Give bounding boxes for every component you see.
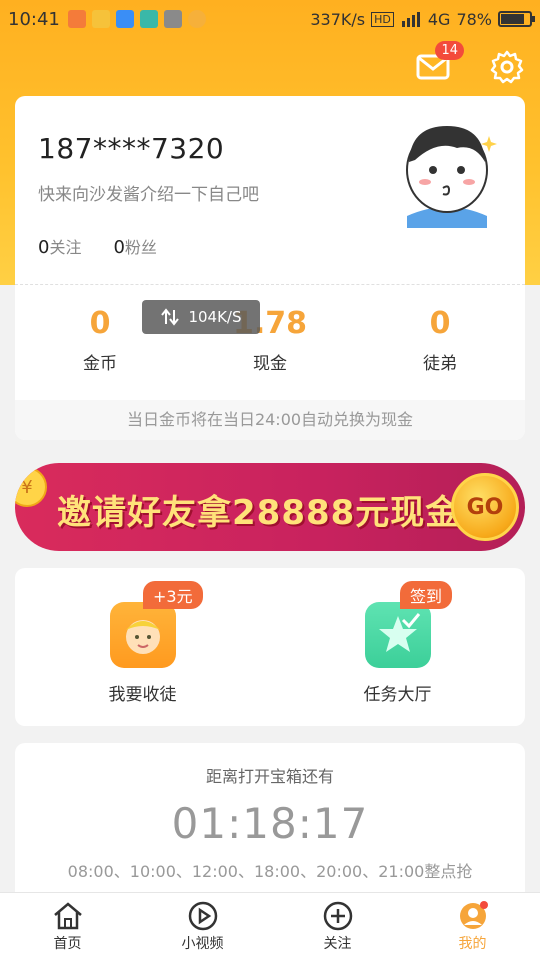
invite-banner[interactable]: ¥ 邀请好友拿28888元现金 GO — [15, 463, 525, 551]
following-count: 0 — [38, 237, 50, 258]
fans-count: 0 — [113, 237, 125, 258]
banner-text: 邀请好友拿28888元现金 — [57, 493, 461, 533]
timer-title: 距离打开宝箱还有 — [205, 767, 334, 786]
tab-label: 小视频 — [181, 936, 224, 952]
go-button[interactable]: GO — [451, 473, 519, 541]
tab-label: 我的 — [458, 936, 487, 952]
task-hall-button[interactable]: 签到 任务大厅 — [270, 568, 525, 726]
coin-icon: ¥ — [15, 467, 47, 507]
coins-label: 金币 — [83, 354, 117, 374]
speed-toast: 104K/S — [142, 300, 260, 334]
notification-icon — [187, 10, 206, 28]
settings-gear-icon[interactable] — [490, 50, 524, 84]
action-grid: +3元 我要收徒 签到 任务大厅 — [15, 568, 525, 726]
notification-icon — [91, 10, 110, 28]
divider — [15, 284, 525, 285]
tab-follow[interactable]: 关注 — [270, 893, 405, 960]
follow-stats: 0关注 0粉丝 — [38, 234, 157, 258]
download-icon — [163, 10, 182, 28]
tab-short-video[interactable]: 小视频 — [135, 893, 270, 960]
schedule-text: 08:00、10:00、12:00、18:00、20:00、21:00整点抢 — [67, 862, 473, 881]
header-actions: 14 — [416, 41, 524, 84]
signal-icon — [401, 12, 420, 27]
profile-card: 187****7320 快来向沙发酱介绍一下自己吧 0关注 0粉丝 0 金币 1… — [15, 96, 525, 440]
fans-label: 粉丝 — [124, 238, 157, 257]
recruit-apprentice-button[interactable]: +3元 我要收徒 — [15, 568, 270, 726]
apprentice-value: 0 — [429, 306, 451, 341]
avatar[interactable] — [397, 118, 497, 228]
cash-label: 现金 — [253, 354, 287, 374]
action-label: 我要收徒 — [108, 685, 177, 705]
action-label: 任务大厅 — [363, 685, 432, 705]
tab-label: 首页 — [53, 936, 82, 952]
tab-mine[interactable]: 我的 — [405, 893, 540, 960]
star-check-icon — [364, 602, 431, 668]
mail-badge: 14 — [435, 41, 464, 60]
profile-icon — [459, 901, 488, 929]
notification-icon — [115, 10, 134, 28]
tab-home[interactable]: 首页 — [0, 893, 135, 960]
reward-tag: +3元 — [143, 581, 203, 609]
battery-icon — [498, 11, 535, 27]
fans-link[interactable]: 0粉丝 — [113, 234, 156, 258]
toast-text: 104K/S — [188, 308, 242, 326]
treasure-box-card[interactable]: 距离打开宝箱还有 01:18:17 08:00、10:00、12:00、18:0… — [15, 743, 525, 903]
home-icon — [53, 902, 82, 930]
user-intro[interactable]: 快来向沙发酱介绍一下自己吧 — [38, 180, 259, 205]
monkey-king-icon — [109, 602, 176, 668]
status-time: 10:41 — [8, 8, 60, 30]
exchange-note: 当日金币将在当日24:00自动兑换为现金 — [15, 400, 525, 440]
transfer-arrows-icon — [161, 308, 180, 326]
play-icon — [188, 901, 217, 931]
user-phone: 187****7320 — [38, 132, 225, 165]
bottom-tab-bar: 首页 小视频 关注 我的 — [0, 892, 540, 960]
checkin-tag: 签到 — [400, 581, 453, 609]
status-bar: 10:41 337K/s HD 4G 78% — [0, 0, 540, 38]
following-label: 关注 — [49, 238, 82, 257]
hd-icon: HD — [371, 11, 394, 27]
apprentice-label: 徒弟 — [423, 354, 457, 374]
apprentice-stat[interactable]: 0 徒弟 — [355, 306, 525, 374]
battery-percent: 78% — [456, 9, 492, 29]
notification-icon — [139, 10, 158, 28]
network-speed: 337K/s — [310, 9, 366, 29]
notification-icon — [67, 10, 86, 28]
network-type: 4G — [427, 9, 451, 29]
mail-button[interactable]: 14 — [416, 41, 464, 81]
plus-circle-icon — [323, 901, 352, 931]
tab-label: 关注 — [323, 936, 352, 952]
wallet-stats: 0 金币 1.78 现金 0 徒弟 — [15, 306, 525, 374]
following-link[interactable]: 0关注 — [38, 234, 81, 258]
countdown: 01:18:17 — [171, 799, 369, 848]
